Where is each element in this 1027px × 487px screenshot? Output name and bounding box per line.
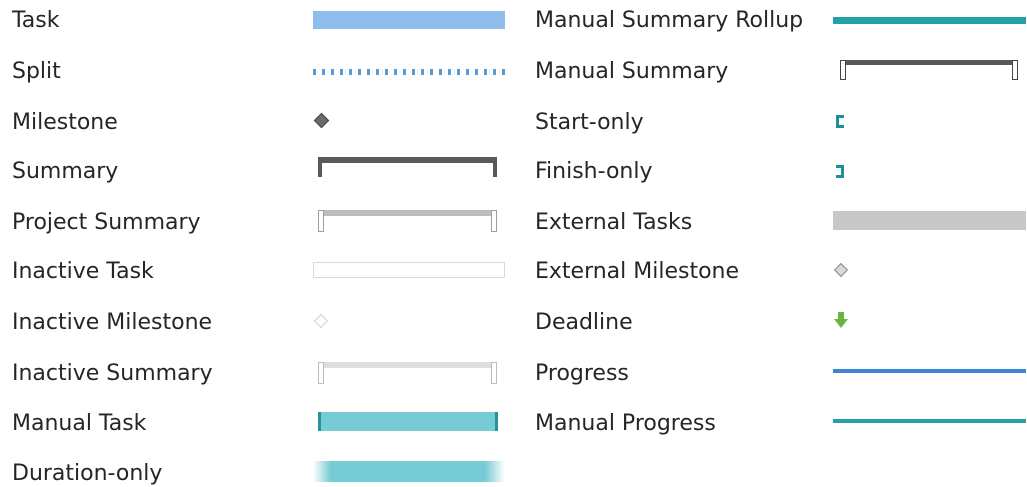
manual-progress-line-symbol: [833, 419, 1026, 423]
project-summary-cap-left: [318, 210, 324, 232]
manual-task-cap-right: [495, 412, 498, 431]
manual-summary-bar-symbol: [840, 60, 1018, 80]
project-summary-bar-symbol: [318, 210, 497, 232]
progress-line-symbol: [833, 369, 1026, 373]
legend-label-external-milestone: External Milestone: [535, 259, 740, 284]
legend-label-start-only: Start-only: [535, 110, 644, 135]
finish-only-bracket-icon: [836, 165, 844, 178]
manual-summary-rollup-bar-symbol: [833, 17, 1026, 24]
split-bar-symbol: [313, 69, 505, 75]
manual-task-cap-left: [318, 412, 321, 431]
manual-summary-cap-right: [1012, 60, 1018, 80]
manual-task-bar-symbol: [318, 412, 498, 431]
task-bar-symbol: [313, 11, 505, 29]
legend-label-task: Task: [12, 8, 60, 33]
inactive-task-bar-symbol: [313, 262, 505, 278]
inactive-summary-bar-line: [318, 362, 497, 368]
project-summary-bar-line: [318, 210, 497, 216]
external-task-bar-symbol: [833, 211, 1026, 230]
legend-label-inactive-summary: Inactive Summary: [12, 361, 213, 386]
summary-bar-symbol: [318, 157, 497, 177]
legend-label-summary: Summary: [12, 159, 119, 184]
legend-label-duration-only: Duration-only: [12, 461, 163, 486]
legend-label-manual-progress: Manual Progress: [535, 411, 716, 436]
legend-label-split: Split: [12, 59, 61, 84]
legend-label-project-summary: Project Summary: [12, 210, 201, 235]
legend-label-finish-only: Finish-only: [535, 159, 653, 184]
duration-only-bar-symbol: [313, 461, 505, 482]
start-only-bracket-icon: [836, 115, 844, 128]
manual-summary-cap-left: [840, 60, 846, 80]
legend-label-manual-task: Manual Task: [12, 411, 147, 436]
legend-label-manual-summary: Manual Summary: [535, 59, 729, 84]
summary-bar-cap-left: [318, 157, 322, 177]
external-milestone-diamond-icon: [833, 262, 849, 278]
legend-label-milestone: Milestone: [12, 110, 118, 135]
project-summary-cap-right: [491, 210, 497, 232]
inactive-summary-cap-right: [491, 362, 497, 384]
summary-bar-cap-right: [493, 157, 497, 177]
deadline-arrow-icon: [833, 311, 849, 329]
legend-label-deadline: Deadline: [535, 310, 633, 335]
inactive-milestone-diamond-icon: [313, 313, 329, 329]
legend-label-external-tasks: External Tasks: [535, 210, 693, 235]
legend-label-manual-summary-rollup: Manual Summary Rollup: [535, 8, 804, 33]
inactive-summary-bar-symbol: [318, 362, 497, 384]
summary-bar-line: [318, 157, 497, 163]
inactive-summary-cap-left: [318, 362, 324, 384]
milestone-diamond-icon: [313, 112, 330, 129]
legend-label-inactive-milestone: Inactive Milestone: [12, 310, 213, 335]
legend-label-inactive-task: Inactive Task: [12, 259, 154, 284]
legend-label-progress: Progress: [535, 361, 629, 386]
manual-summary-bar-line: [840, 60, 1018, 65]
